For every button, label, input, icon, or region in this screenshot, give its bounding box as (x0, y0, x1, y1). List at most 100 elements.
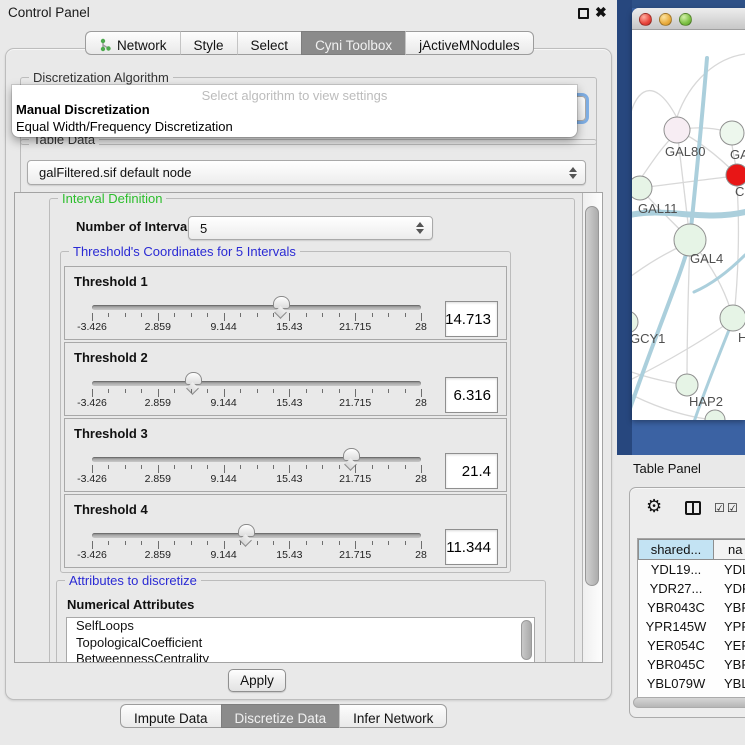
algorithm-option[interactable]: Manual Discretization (16, 102, 150, 117)
cell-shared-name[interactable]: YPR145W (638, 617, 714, 636)
tab-label: Discretize Data (235, 711, 327, 726)
threshold-value-field[interactable]: 14.713 (445, 301, 498, 337)
settings-scroll-viewport: Interval Definition Number of Intervals … (14, 192, 603, 663)
cell-name[interactable]: YDL1 (714, 560, 745, 579)
network-node[interactable] (632, 311, 638, 333)
tick-label: 21.715 (339, 397, 371, 409)
vertical-scrollbar-thumb[interactable] (585, 206, 599, 586)
table-row[interactable]: YBL079WYBL0 (638, 674, 745, 693)
cell-name[interactable]: YER0 (714, 636, 745, 655)
cell-name[interactable]: YDR2 (714, 579, 745, 598)
tick-label: 2.859 (145, 321, 171, 333)
tab-jactivemnodules[interactable]: jActiveMNodules (405, 31, 534, 55)
table-row[interactable]: YDR27...YDR2 (638, 579, 745, 598)
tab-style[interactable]: Style (180, 31, 237, 55)
tab-label: Impute Data (134, 711, 208, 726)
tick-label: 15.43 (276, 473, 302, 485)
network-node[interactable] (632, 176, 652, 200)
threshold-label: Threshold 4 (74, 502, 148, 517)
tab-infer-network[interactable]: Infer Network (339, 704, 447, 728)
cell-shared-name[interactable]: YER054C (638, 636, 714, 655)
table-data-group: Table Data galFiltered.sif default node (20, 139, 597, 197)
attributes-group: Attributes to discretize Numerical Attri… (56, 580, 546, 663)
network-node[interactable] (720, 305, 745, 331)
attribute-item[interactable]: TopologicalCoefficient (67, 635, 534, 652)
close-icon[interactable]: ✖ (595, 4, 607, 21)
attribute-item[interactable]: SelfLoops (67, 618, 534, 635)
slider-track[interactable] (92, 381, 421, 386)
vertical-scrollbar[interactable] (582, 193, 602, 662)
slider-track[interactable] (92, 533, 421, 538)
tab-cyni-toolbox[interactable]: Cyni Toolbox (301, 31, 405, 55)
checkbox-icon[interactable]: ☑ (727, 501, 738, 515)
tab-impute-data[interactable]: Impute Data (120, 704, 221, 728)
slider-ticks (92, 389, 421, 397)
minimize-traffic-light-icon[interactable] (659, 13, 672, 26)
network-edge (640, 176, 736, 188)
split-columns-icon[interactable] (685, 501, 701, 515)
number-of-intervals-combobox[interactable]: 5 (188, 216, 433, 240)
tab-label: Infer Network (353, 711, 433, 726)
table-row[interactable]: YER054CYER0 (638, 636, 745, 655)
close-traffic-light-icon[interactable] (639, 13, 652, 26)
list-scrollbar-thumb[interactable] (521, 620, 532, 660)
column-header-name[interactable]: na (714, 539, 745, 560)
network-node[interactable] (705, 410, 725, 420)
cell-shared-name[interactable]: YBR043C (638, 598, 714, 617)
cell-shared-name[interactable]: YBL079W (638, 674, 714, 693)
cell-name[interactable]: YBR0 (714, 598, 745, 617)
tick-label: 2.859 (145, 473, 171, 485)
cell-name[interactable]: YPR1 (714, 617, 745, 636)
cell-name[interactable]: YBL0 (714, 674, 745, 693)
numerical-attributes-list[interactable]: SelfLoopsTopologicalCoefficientBetweenne… (66, 617, 535, 663)
stepper-icon (416, 222, 424, 234)
cell-shared-name[interactable]: YBR045C (638, 655, 714, 674)
network-node[interactable] (676, 374, 698, 396)
threshold-coordinates-legend: Threshold's Coordinates for 5 Intervals (69, 244, 300, 259)
threshold-value-field[interactable]: 6.316 (445, 377, 498, 413)
table-row[interactable]: YBR043CYBR0 (638, 598, 745, 617)
tick-label: -3.426 (77, 549, 107, 561)
algorithm-popup: Select algorithm to view settings Manual… (12, 85, 577, 137)
attribute-item[interactable]: BetweennessCentrality (67, 651, 534, 663)
column-header-shared-name[interactable]: shared... (638, 539, 714, 560)
slider-ticks (92, 541, 421, 549)
network-node[interactable] (720, 121, 744, 145)
threshold-value-field[interactable]: 11.344 (445, 529, 498, 565)
threshold-value-field[interactable]: 21.4 (445, 453, 498, 489)
tick-label: -3.426 (77, 321, 107, 333)
table-data-combobox[interactable]: galFiltered.sif default node (27, 160, 586, 185)
tick-label: 9.144 (210, 549, 236, 561)
cell-shared-name[interactable]: YDR27... (638, 579, 714, 598)
number-of-intervals-label: Number of Intervals (76, 219, 198, 234)
table-row[interactable]: YBR045CYBR0 (638, 655, 745, 674)
tab-discretize-data[interactable]: Discretize Data (221, 704, 340, 728)
float-window-icon[interactable] (578, 8, 589, 19)
zoom-traffic-light-icon[interactable] (679, 13, 692, 26)
slider-track[interactable] (92, 305, 421, 310)
node-table[interactable]: shared... na YDL19...YDL1YDR27...YDR2YBR… (637, 538, 745, 698)
tab-select[interactable]: Select (237, 31, 302, 55)
apply-button[interactable]: Apply (228, 669, 286, 692)
threshold-panel: Threshold 3-3.4262.8599.14415.4321.71528… (64, 418, 507, 492)
slider-track[interactable] (92, 457, 421, 462)
network-edge (734, 186, 738, 316)
network-canvas[interactable]: GAL80GACGAL11GAL4GCY1HHAP2 (632, 30, 745, 420)
tick-label: 9.144 (210, 397, 236, 409)
horizontal-scrollbar-thumb[interactable] (633, 697, 745, 708)
tab-network[interactable]: Network (85, 31, 180, 55)
threshold-list: Threshold 1-3.4262.8599.14415.4321.71528… (61, 264, 510, 568)
tick-label: 28 (415, 473, 427, 485)
network-view-window[interactable]: GAL80GACGAL11GAL4GCY1HHAP2 (632, 8, 745, 420)
table-row[interactable]: YDL19...YDL1 (638, 560, 745, 579)
network-window-titlebar[interactable] (632, 8, 745, 30)
algorithm-option[interactable]: Equal Width/Frequency Discretization (16, 119, 233, 134)
table-body: YDL19...YDL1YDR27...YDR2YBR043CYBR0YPR14… (638, 560, 745, 698)
table-row[interactable]: YPR145WYPR1 (638, 617, 745, 636)
checkbox-icon[interactable]: ☑ (714, 501, 725, 515)
cell-shared-name[interactable]: YDL19... (638, 560, 714, 579)
gear-icon[interactable]: ⚙ (646, 496, 662, 517)
cell-name[interactable]: YBR0 (714, 655, 745, 674)
network-node[interactable] (664, 117, 690, 143)
network-node[interactable] (726, 164, 745, 186)
